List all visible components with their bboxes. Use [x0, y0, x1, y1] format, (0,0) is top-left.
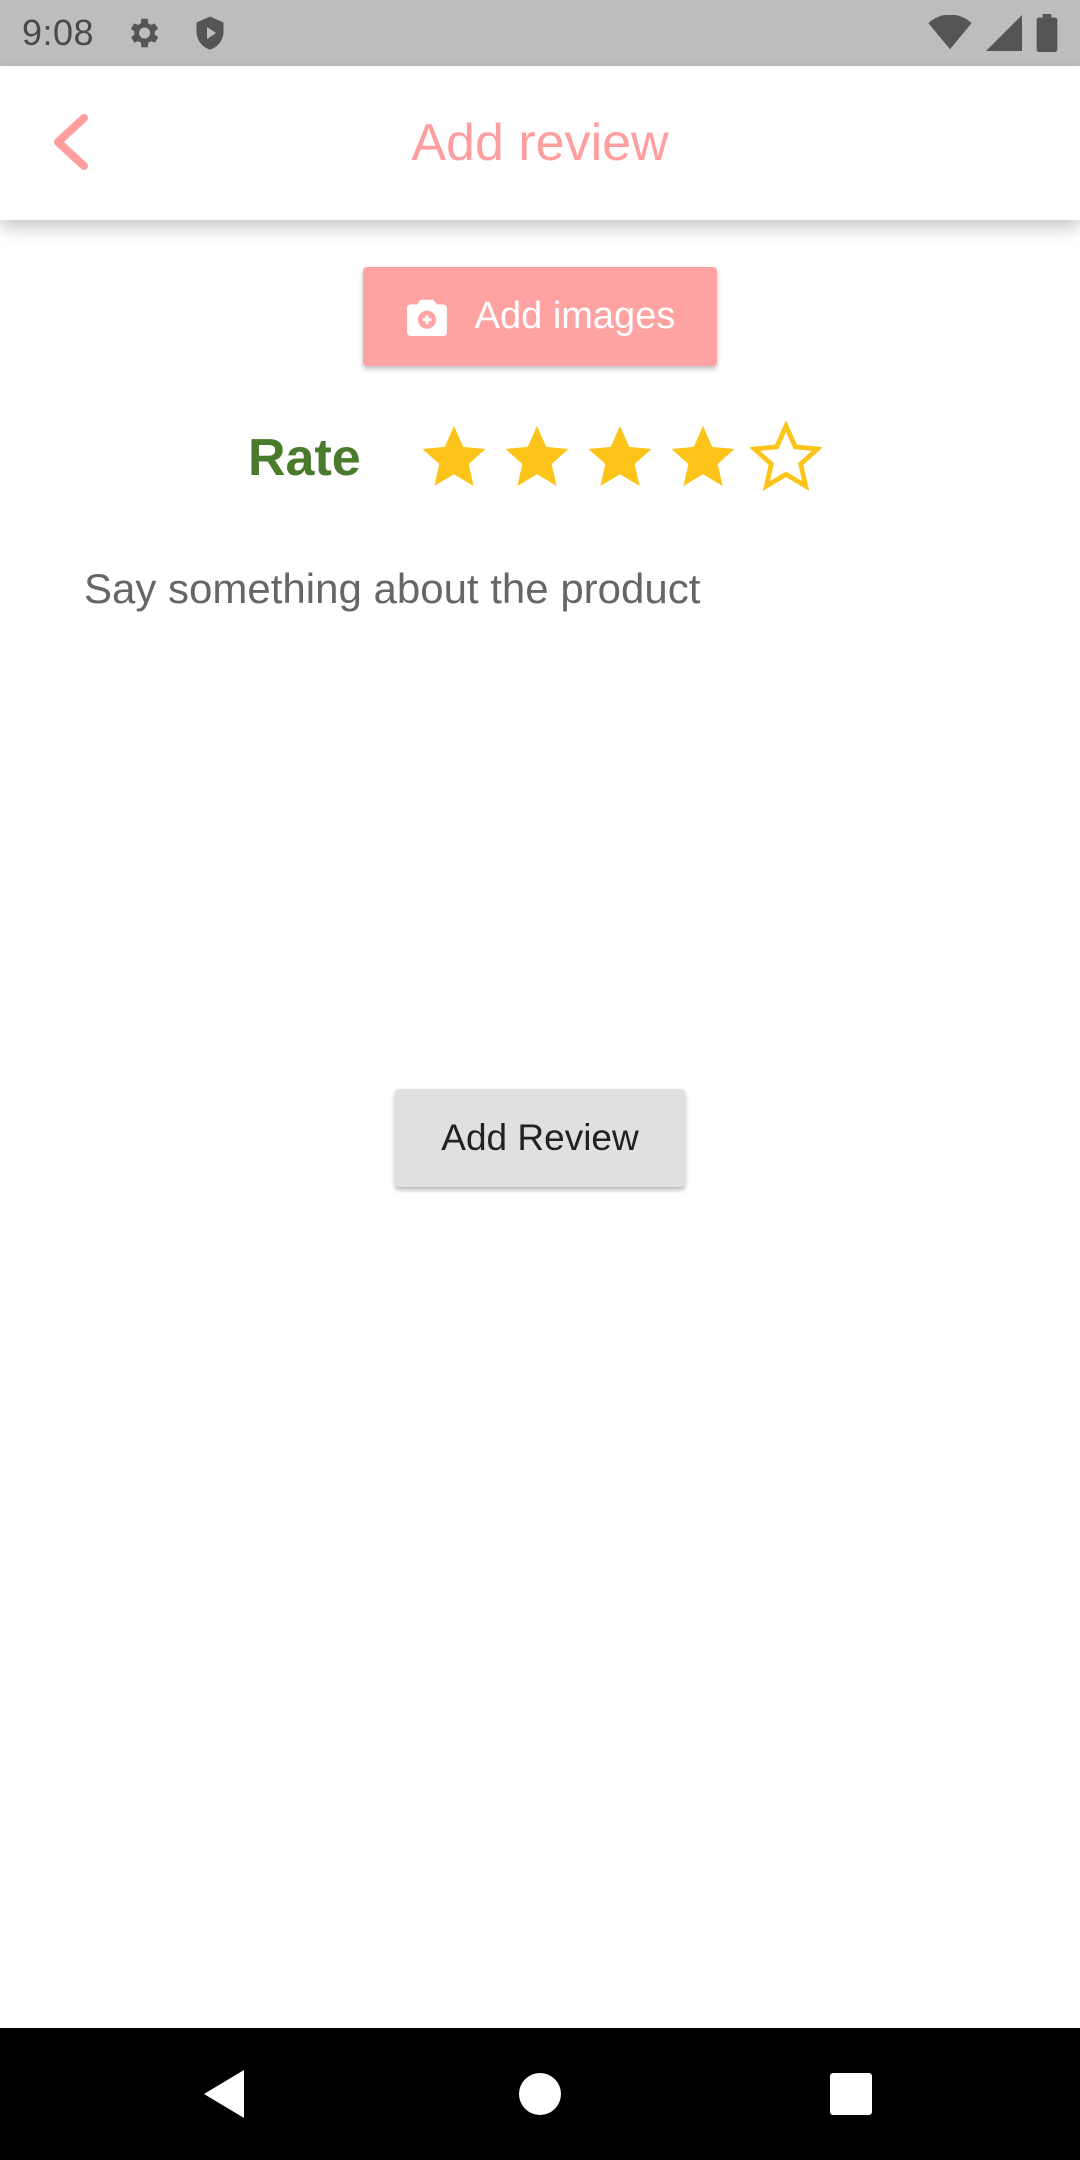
- review-text-input[interactable]: [70, 555, 1010, 805]
- home-circle-icon: [519, 2073, 561, 2115]
- recents-square-icon: [830, 2073, 872, 2115]
- shield-icon: [192, 14, 228, 52]
- star-empty-icon[interactable]: [750, 418, 822, 494]
- battery-icon: [1036, 14, 1058, 52]
- camera-add-icon: [406, 299, 447, 336]
- add-images-label: Add images: [474, 295, 676, 337]
- navigation-bar: [0, 2028, 1080, 2160]
- app-bar: Add review: [0, 66, 1080, 220]
- star-filled-icon[interactable]: [667, 418, 739, 494]
- nav-recents-button[interactable]: [821, 2064, 881, 2124]
- rate-label: Rate: [248, 429, 361, 487]
- cellular-signal-icon: [986, 15, 1022, 51]
- status-bar: 9:08: [0, 0, 1080, 66]
- star-filled-icon[interactable]: [584, 418, 656, 494]
- status-time: 9:08: [22, 12, 95, 53]
- nav-home-button[interactable]: [510, 2064, 570, 2124]
- gear-icon: [124, 14, 162, 52]
- status-right: [928, 14, 1058, 52]
- wifi-icon: [928, 15, 972, 51]
- add-review-button[interactable]: Add Review: [395, 1089, 685, 1187]
- add-review-screen: 9:08 Add review Add images Rate Say some…: [0, 0, 1080, 2160]
- chevron-left-icon: [54, 114, 88, 170]
- nav-back-button[interactable]: [196, 2064, 256, 2124]
- star-filled-icon[interactable]: [418, 418, 490, 494]
- star-filled-icon[interactable]: [501, 418, 573, 494]
- rating-row: Rate: [0, 410, 1080, 510]
- back-triangle-icon: [204, 2070, 244, 2118]
- back-button[interactable]: [30, 102, 110, 182]
- status-left: 9:08: [22, 12, 228, 54]
- star-rating[interactable]: [418, 418, 822, 494]
- page-title: Add review: [411, 114, 669, 172]
- add-review-label: Add Review: [441, 1117, 639, 1158]
- add-images-button[interactable]: Add images: [363, 267, 717, 366]
